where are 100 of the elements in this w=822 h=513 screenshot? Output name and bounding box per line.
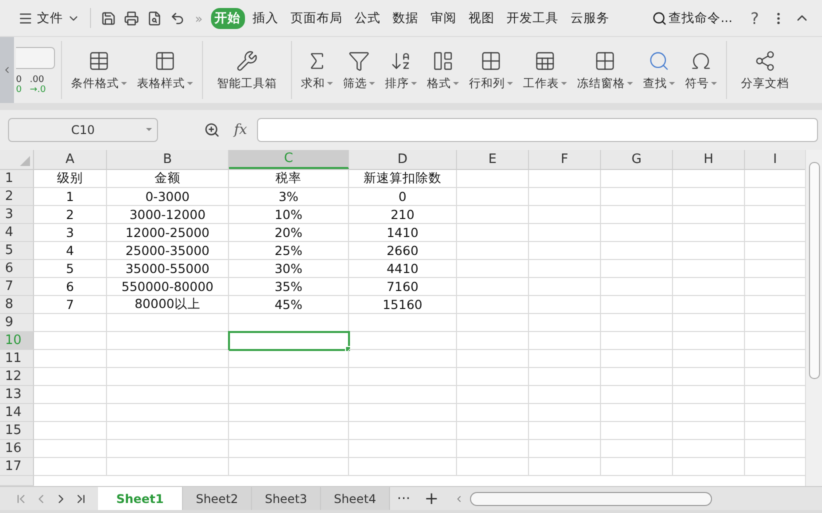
table-cell: 2 [34, 206, 107, 224]
table-cell [673, 404, 745, 422]
column-header[interactable]: G [601, 150, 673, 169]
row-header[interactable]: 2 [0, 188, 34, 206]
table-cell: 35000-55000 [107, 260, 229, 278]
row-header[interactable]: 4 [0, 224, 34, 242]
sheet-tab[interactable]: Sheet4 [321, 487, 390, 510]
table-cell [673, 188, 745, 206]
table-cell: 级别 [34, 170, 107, 188]
print-icon[interactable] [124, 10, 139, 26]
ribbon-tab[interactable]: 插入 [248, 8, 283, 28]
row-header[interactable]: 7 [0, 278, 34, 296]
row-header[interactable]: 3 [0, 206, 34, 224]
table-cell [673, 368, 745, 386]
ribbon-tab[interactable]: 公式 [350, 8, 385, 28]
ribbon-button[interactable]: 智能工具箱 [207, 41, 287, 99]
ribbon-button[interactable]: 工作表 [518, 41, 572, 99]
row-header[interactable]: 8 [0, 296, 34, 314]
undo-icon[interactable] [170, 10, 185, 26]
decimal-button[interactable]: 0 0 [16, 75, 22, 95]
row-header[interactable]: 13 [0, 386, 34, 404]
ribbon-button[interactable]: 分享文档 [731, 41, 799, 99]
table-cell [673, 242, 745, 260]
table-cell: 3000-12000 [107, 206, 229, 224]
table-cell [457, 440, 529, 458]
ribbon-button[interactable]: 格式 [422, 41, 464, 99]
table-cell [457, 404, 529, 422]
command-search[interactable]: 查找命令... [652, 10, 732, 26]
ribbon-button[interactable]: 查找 [638, 41, 680, 99]
table-cell [601, 314, 673, 332]
table-cell [529, 260, 601, 278]
help-button[interactable]: ? [750, 8, 759, 28]
table-cell: 1410 [349, 224, 457, 242]
add-sheet-button[interactable]: + [417, 487, 446, 510]
column-header[interactable]: E [457, 150, 529, 169]
table-cell [673, 458, 745, 476]
row-header[interactable]: 12 [0, 368, 34, 386]
search-icon [652, 10, 667, 26]
table-cell [673, 332, 745, 350]
ribbon-button[interactable]: 条件格式 [66, 41, 132, 99]
table-cell: 3 [34, 224, 107, 242]
table-cell [601, 296, 673, 314]
ribbon-tab[interactable]: 页面布局 [286, 8, 347, 28]
row-header[interactable]: 17 [0, 458, 34, 476]
ribbon-button[interactable]: 筛选 [338, 41, 380, 99]
table-cell: 25000-35000 [107, 242, 229, 260]
table-cell: 80000以上 [107, 296, 229, 314]
save-icon[interactable] [101, 10, 116, 26]
table-cell [529, 278, 601, 296]
row-header[interactable]: 6 [0, 260, 34, 278]
sheet-tab[interactable]: Sheet3 [252, 487, 321, 510]
column-header[interactable]: F [529, 150, 601, 169]
table-cell [529, 188, 601, 206]
print-preview-icon[interactable] [147, 10, 162, 26]
ribbon-tab[interactable]: 数据 [388, 8, 423, 28]
column-header[interactable]: D [349, 150, 457, 169]
decimal-button[interactable]: .00 →.0 [30, 75, 46, 95]
ribbon-button[interactable]: 冻结窗格 [572, 41, 638, 99]
ribbon-button[interactable]: 行和列 [464, 41, 518, 99]
table-cell [673, 422, 745, 440]
ribbon-tab[interactable]: 审阅 [426, 8, 461, 28]
table-cell: 6 [34, 278, 107, 296]
formula-input[interactable] [257, 118, 818, 142]
ribbon-button[interactable]: 符号 [680, 41, 722, 99]
table-cell: 20% [229, 224, 349, 242]
function-button[interactable]: fx [234, 122, 248, 138]
ribbon-button[interactable]: 排序 [380, 41, 422, 99]
row-header[interactable]: 15 [0, 422, 34, 440]
column-header[interactable]: A [34, 150, 107, 169]
row-header[interactable]: 11 [0, 350, 34, 368]
row-header[interactable]: 16 [0, 440, 34, 458]
ribbon-tab[interactable]: 云服务 [566, 8, 614, 28]
table-cell: 10% [229, 206, 349, 224]
ribbon-button[interactable]: 表格样式 [132, 41, 198, 99]
table-cell [529, 440, 601, 458]
ribbon-tab[interactable]: 开发工具 [502, 8, 563, 28]
sheet-tab[interactable]: Sheet1 [98, 487, 183, 510]
sheet-tab[interactable]: Sheet2 [183, 487, 252, 510]
table-cell: 0 [349, 188, 457, 206]
table-cell: 4 [34, 242, 107, 260]
table-cell [457, 296, 529, 314]
table-cell: 210 [349, 206, 457, 224]
ribbon-button[interactable]: 求和 [296, 41, 338, 99]
row-header[interactable]: 14 [0, 404, 34, 422]
vertical-scrollbar[interactable] [805, 150, 822, 486]
name-box[interactable]: C10 [8, 118, 158, 142]
more-sheets-button[interactable]: ··· [390, 487, 418, 510]
zoom-icon[interactable] [204, 122, 220, 138]
spreadsheet-icon [534, 50, 556, 72]
file-menu[interactable]: 文件 [37, 10, 63, 26]
row-header[interactable]: 5 [0, 242, 34, 260]
row-header[interactable]: 1 [0, 170, 34, 188]
table-cell: 5 [34, 260, 107, 278]
row-header[interactable]: 9 [0, 314, 34, 332]
table-cell [601, 422, 673, 440]
table-cell [601, 350, 673, 368]
menu-icon[interactable] [18, 10, 33, 26]
column-header[interactable]: H [673, 150, 745, 169]
ribbon-tab[interactable]: 视图 [464, 8, 499, 28]
table-cell [673, 386, 745, 404]
